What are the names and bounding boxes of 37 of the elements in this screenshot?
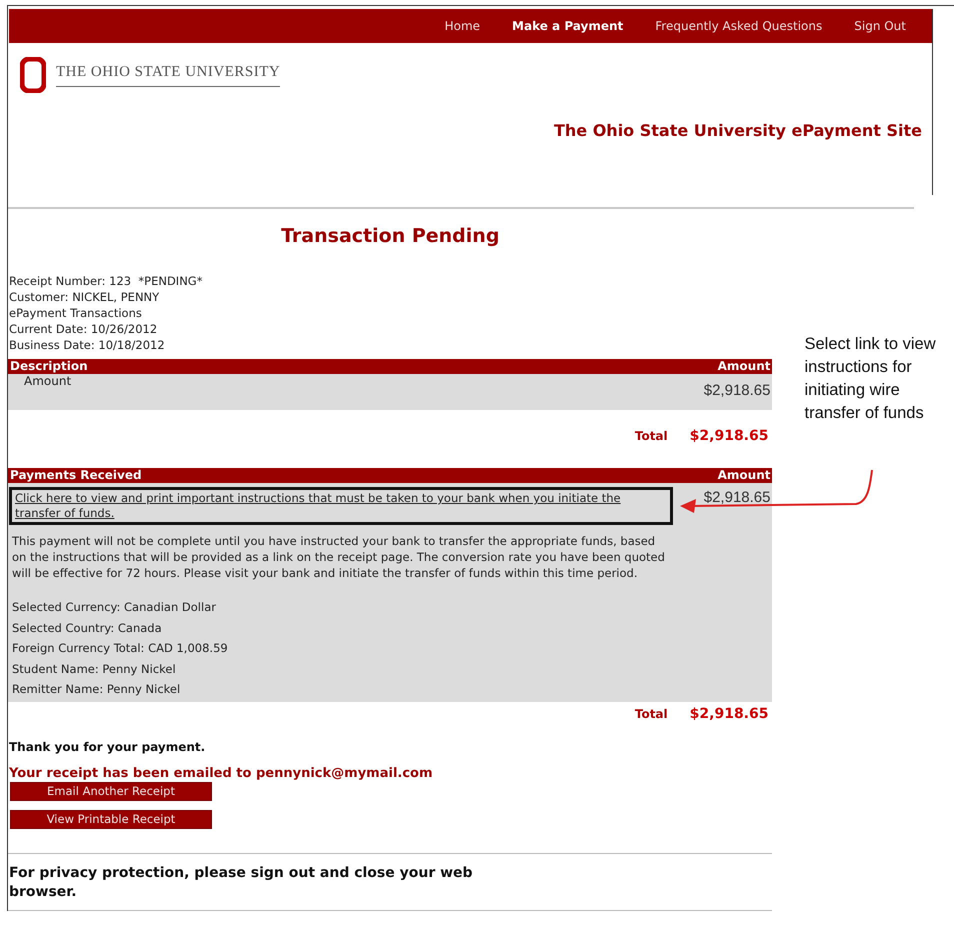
total-label: Total [634,429,668,443]
thank-you-message: Thank you for your payment. [9,740,206,754]
privacy-notice: For privacy protection, please sign out and close your web browser. [9,864,474,902]
receipt-info-line: ePayment Transactions [9,305,143,321]
receipt-button[interactable]: View Printable Receipt [10,810,212,828]
amount-value: $2,918.65 [704,381,772,401]
detail-line: Selected Currency: Canadian Dollar [12,599,217,616]
detail-line: Remitter Name: Penny Nickel [12,681,182,698]
receipt-info-line: Current Date: 10/26/2012 [9,321,158,337]
detail-line: Student Name: Penny Nickel [12,660,177,678]
callout-note: Select link to view instructions for initiating wire transfer of funds [804,334,937,424]
receipt-info-line: Receipt Number: 123 *PENDING* [9,273,204,289]
total-value: $2,918.65 [690,428,768,444]
page-title: Transaction Pending [280,225,500,249]
column-header: Description [10,359,88,374]
column-header: Amount [718,468,770,483]
row-label: Amount [23,374,72,390]
total-label: Total [634,706,668,720]
total-value: $2,918.65 [690,706,768,722]
receipt-button[interactable]: Email Another Receipt [10,782,212,800]
block-o-logo-icon [20,57,46,93]
nav-link[interactable]: Make a Payment [496,19,640,33]
payment-notice: This payment will not be complete until you have instructed your bank to transfer the appropriate funds, based on the instructions that will be provided as a link on the receipt page. The conversion rate you have been quoted will be effective for 72 hours. Please visit your bank and initiate the transfer of funds within this time period. [11,533,666,581]
receipt-info-line: Business Date: 10/18/2012 [9,337,166,353]
detail-line: Selected Country: Canada [12,620,163,636]
amount-value: $2,918.65 [704,488,770,506]
university-logo-text: THE OHIO STATE UNIVERSITY [56,64,280,86]
nav-link[interactable]: Home [428,19,496,33]
nav-link[interactable]: Sign Out [838,19,922,33]
nav-link[interactable]: Frequently Asked Questions [639,19,838,33]
column-header: Amount [718,359,770,374]
detail-line: Foreign Currency Total: CAD 1,008.59 [12,640,229,657]
receipt-info-line: Customer: NICKEL, PENNY [9,289,160,305]
receipt-emailed-message: Your receipt has been emailed to pennynick@mymail.com [9,766,434,780]
site-title: The Ohio State University ePayment Site [552,121,922,140]
instructions-link[interactable]: Click here to view and print important instructions that must be taken to your bank when you initiate the transfer of funds. [9,487,673,525]
column-header: Payments Received [10,468,142,483]
